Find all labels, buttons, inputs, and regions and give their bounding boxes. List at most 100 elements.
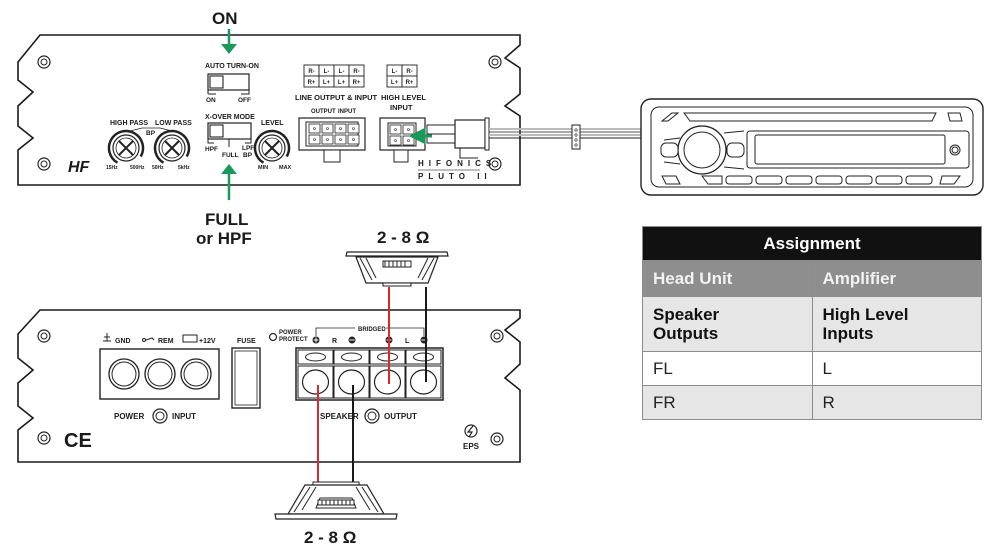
speaker-terminal[interactable] <box>405 349 442 399</box>
pin-label: R- <box>353 69 359 75</box>
pin-label: L+ <box>391 80 399 86</box>
connector-pin <box>334 134 347 145</box>
eps-label: EPS <box>463 442 480 451</box>
header-amplifier: Amplifier <box>811 260 982 297</box>
preset-button[interactable] <box>845 175 873 185</box>
preset-button[interactable] <box>875 175 903 185</box>
line-io-pin-grid: R- L- L- R- R+ L+ L+ R+ <box>303 64 365 88</box>
top-speaker-impedance: 2 - 8 Ω <box>377 228 429 247</box>
connector-pin <box>334 123 347 134</box>
high-level-pin-grid: L- R- L+ R+ <box>386 64 418 88</box>
pin-label: L- <box>324 69 330 75</box>
lp-min-label: 50Hz <box>152 165 164 171</box>
pin-cell: L- <box>318 64 335 77</box>
pin-label: R+ <box>308 80 316 86</box>
xover-lpf-label: LPF <box>242 145 254 152</box>
fuse-label: FUSE <box>237 338 256 345</box>
pin-label: L- <box>339 69 345 75</box>
rem-label: REM <box>158 338 174 345</box>
bottom-speaker-impedance: 2 - 8 Ω <box>304 528 356 547</box>
table-row: FR R <box>642 385 982 420</box>
minus-icon <box>348 336 356 344</box>
xover-hpf-label: HPF <box>205 146 218 153</box>
cell-head-unit: FR <box>642 385 813 420</box>
pin-cell: R+ <box>303 75 320 88</box>
auto-on-label: ON <box>206 97 216 104</box>
level-label: LEVEL <box>261 120 284 127</box>
subheader-line: Inputs <box>822 324 874 343</box>
preset-button[interactable] <box>785 175 813 185</box>
speaker-terminal[interactable] <box>333 349 370 399</box>
xover-bp-label: BP <box>243 152 253 159</box>
power-protect-label: POWER <box>279 330 302 336</box>
speaker-bottom <box>274 481 398 520</box>
pin-label: R+ <box>353 80 361 86</box>
output-label: OUTPUT <box>384 412 417 421</box>
line-input-label: INPUT <box>338 109 356 115</box>
high-level-label: HIGH LEVEL <box>381 93 426 102</box>
connector-pin <box>321 123 334 134</box>
switch-slider[interactable] <box>209 75 224 89</box>
hp-min-label: 15Hz <box>106 165 118 171</box>
pin-label: R- <box>406 69 412 75</box>
brand-logo: HF <box>68 159 91 176</box>
auto-turn-on-label: AUTO TURN-ON <box>205 63 259 70</box>
xover-mode-label: X-OVER MODE <box>205 114 255 121</box>
pin-cell: L+ <box>386 75 403 88</box>
subheader-speaker-outputs: Speaker Outputs <box>642 296 813 352</box>
speaker-terminal[interactable] <box>297 349 334 399</box>
pin-cell: R+ <box>348 75 365 88</box>
preset-button[interactable] <box>815 175 843 185</box>
pin-cell: L- <box>333 64 350 77</box>
subheader-line: High Level <box>822 305 909 324</box>
subheader-line: Speaker <box>653 305 720 324</box>
preset-button[interactable] <box>725 175 753 185</box>
connector-pin <box>389 124 402 135</box>
ce-mark: CE <box>64 430 92 452</box>
cell-amplifier: L <box>811 351 982 386</box>
protect-label: PROTECT <box>279 337 308 343</box>
pin-label: R+ <box>406 80 414 86</box>
pin-label: L+ <box>323 80 331 86</box>
table-title: Assignment <box>642 226 982 261</box>
connector-pin <box>347 123 360 134</box>
subheader-line: Outputs <box>653 324 719 343</box>
pin-cell: L- <box>386 64 403 77</box>
line-io-label: LINE OUTPUT & INPUT <box>295 93 378 102</box>
switch-slider[interactable] <box>209 124 224 138</box>
connector-pin <box>321 134 334 145</box>
line-output-label: OUTPUT <box>311 109 336 115</box>
preset-button[interactable] <box>905 175 933 185</box>
connector-pin <box>308 134 321 145</box>
level-min-label: MIN <box>258 165 268 171</box>
connector-pin <box>308 123 321 134</box>
speaker-terminal[interactable] <box>369 349 406 399</box>
high-level-input-label: INPUT <box>390 103 413 112</box>
auto-off-label: OFF <box>238 97 251 104</box>
input-label: INPUT <box>172 412 196 421</box>
bridged-label: BRIDGED <box>358 327 386 333</box>
connector-pin <box>347 134 360 145</box>
model-name: PLUTO II <box>418 172 492 181</box>
hp-max-label: 500Hz <box>130 165 145 171</box>
subheader-high-level-inputs: High Level Inputs <box>811 296 982 352</box>
pin-label: L+ <box>338 80 346 86</box>
table-row: FL L <box>642 351 982 386</box>
level-max-label: MAX <box>279 165 292 171</box>
pin-label: R- <box>308 69 314 75</box>
pin-cell: R- <box>303 64 320 77</box>
l-channel-label: L <box>405 338 410 345</box>
pin-label: L- <box>392 69 398 75</box>
gnd-label: GND <box>115 338 131 345</box>
pin-cell: R- <box>348 64 365 77</box>
amplifier-rear-panel: CE GND REM +12V POWER INPUT FUSE POWER P… <box>17 309 521 463</box>
preset-button[interactable] <box>755 175 783 185</box>
low-pass-label: LOW PASS <box>155 120 192 127</box>
speaker-top <box>345 251 449 287</box>
pin-cell: L+ <box>333 75 350 88</box>
pin-cell: R- <box>401 64 418 77</box>
power-terminal-block[interactable] <box>99 348 220 400</box>
high-pass-label: HIGH PASS <box>110 120 148 127</box>
assignment-table: Assignment Head Unit Amplifier Speaker Ou… <box>642 226 982 420</box>
xover-full-label: FULL <box>222 152 239 159</box>
